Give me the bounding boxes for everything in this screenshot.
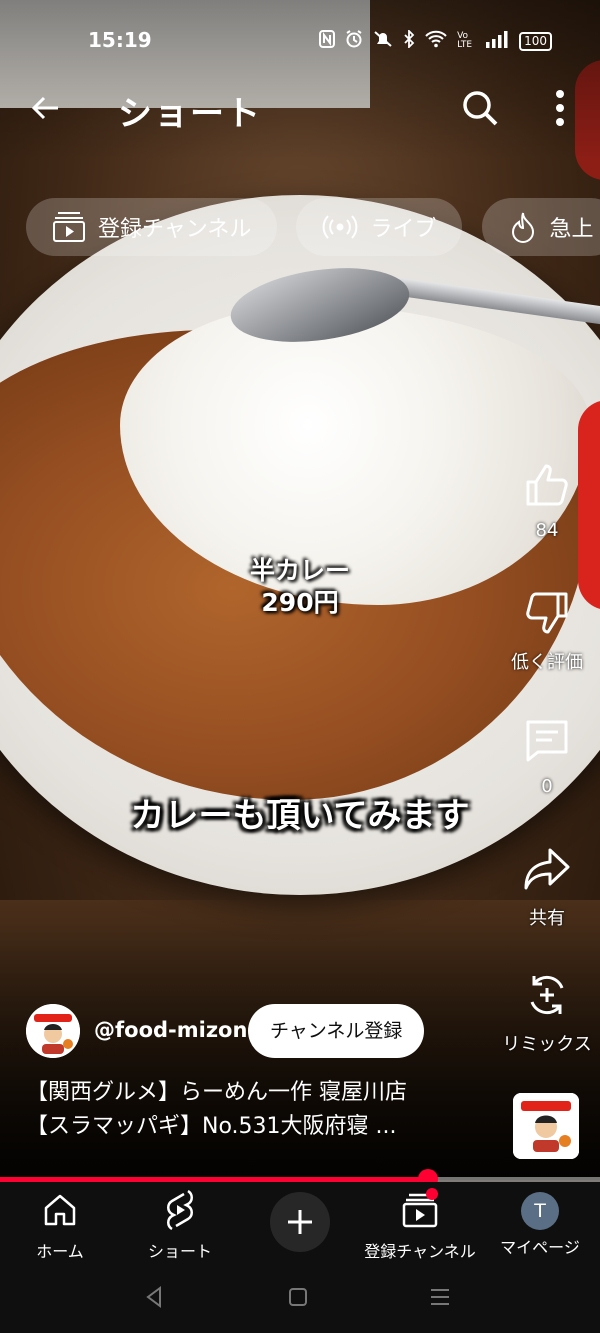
chip-subscriptions[interactable]: 登録チャンネル (26, 198, 278, 256)
nav-home-label: ホーム (36, 1242, 84, 1261)
system-recents-icon[interactable] (425, 1282, 455, 1312)
chip-label: 急上 (549, 217, 594, 242)
channel-logo-icon (26, 1004, 80, 1058)
dislike-label: 低く評価 (511, 652, 583, 673)
chip-label: 登録チャンネル (98, 217, 252, 242)
back-button[interactable] (26, 86, 70, 130)
like-count: 84 (535, 520, 559, 541)
comment-count: 0 (541, 776, 553, 797)
thumbs-down-icon (526, 592, 568, 634)
nav-mypage[interactable]: T マイページ (480, 1190, 600, 1258)
caption-item-name: 半カレー (249, 556, 350, 585)
system-home-icon[interactable] (283, 1282, 313, 1312)
remix-button[interactable]: リミックス (494, 970, 600, 1056)
chip-label: ライブ (370, 217, 437, 242)
share-icon (524, 848, 570, 890)
chip-trending[interactable]: 急上 (481, 198, 600, 256)
status-time: 15:19 (88, 28, 152, 52)
signal-icon (485, 30, 509, 52)
trending-icon (511, 212, 534, 243)
search-button[interactable] (458, 86, 502, 130)
subscribe-button[interactable]: チャンネル登録 (248, 1004, 425, 1058)
new-content-dot (426, 1188, 438, 1200)
nav-shorts[interactable]: ショート (120, 1189, 240, 1262)
search-icon (463, 91, 498, 126)
status-bar: 15:19 Vo LTE 100 (0, 22, 600, 60)
bluetooth-icon (403, 28, 415, 52)
channel-handle[interactable]: @food-mizon (94, 1018, 247, 1042)
caption-item-price: 290円 (261, 588, 339, 617)
user-avatar: T (521, 1192, 559, 1230)
nav-home[interactable]: ホーム (0, 1190, 120, 1262)
nav-mypage-label: マイページ (500, 1238, 580, 1257)
remix-icon (530, 975, 564, 1015)
video-subtitle: カレーも頂いてみます (130, 796, 470, 836)
nav-shorts-label: ショート (147, 1242, 212, 1261)
more-options-button[interactable] (540, 86, 580, 130)
alarm-icon (345, 30, 363, 52)
bottom-nav: ホーム ショート 登録チャンネル T マイページ (0, 1182, 600, 1262)
video-title[interactable]: 【関西グルメ】らーめん一作 寝屋川店 【スラマッパギ】No.531大阪府寝 ..… (26, 1076, 496, 1144)
remix-label: リミックス (502, 1034, 592, 1055)
comment-icon (526, 720, 568, 762)
share-button[interactable]: 共有 (494, 844, 600, 930)
like-button[interactable]: 84 (494, 460, 600, 541)
video-caption-price: 半カレー 290円 (200, 555, 400, 619)
arrow-left-icon (31, 96, 58, 120)
share-label: 共有 (529, 908, 565, 929)
plus-icon (288, 1210, 312, 1234)
volte-icon: Vo LTE (457, 31, 473, 50)
more-vert-icon (556, 90, 564, 126)
nav-subscriptions-label: 登録チャンネル (364, 1242, 476, 1261)
channel-avatar[interactable] (26, 1004, 80, 1058)
live-icon (323, 215, 358, 239)
video-title-line2: 【スラマッパギ】No.531大阪府寝 ... (26, 1114, 397, 1139)
nav-subscriptions[interactable]: 登録チャンネル (360, 1190, 480, 1262)
dislike-button[interactable]: 低く評価 (494, 588, 600, 674)
video-title-line1: 【関西グルメ】らーめん一作 寝屋川店 (26, 1080, 407, 1105)
home-icon (44, 1194, 76, 1226)
page-title: ショート (118, 94, 262, 134)
subscriptions-icon (53, 212, 85, 242)
battery-icon: 100 (519, 31, 552, 51)
thumbs-up-icon (526, 464, 568, 506)
app-header: ショート (0, 80, 600, 136)
filter-chips: 登録チャンネル ライブ 急上 (26, 198, 600, 260)
chip-live[interactable]: ライブ (296, 198, 463, 256)
nfc-icon (319, 30, 336, 52)
related-video-thumbnail[interactable] (513, 1093, 579, 1159)
status-icons: Vo LTE 100 (319, 28, 552, 52)
comment-button[interactable]: 0 (494, 716, 600, 797)
system-nav-bar (0, 1262, 600, 1333)
channel-row: @food-mizon チャンネル登録 (26, 1004, 486, 1060)
create-button[interactable] (270, 1192, 330, 1252)
system-back-icon[interactable] (140, 1282, 170, 1312)
shorts-icon (167, 1189, 193, 1231)
mute-icon (373, 30, 393, 52)
channel-logo-icon (513, 1093, 579, 1159)
wifi-icon (425, 30, 447, 52)
